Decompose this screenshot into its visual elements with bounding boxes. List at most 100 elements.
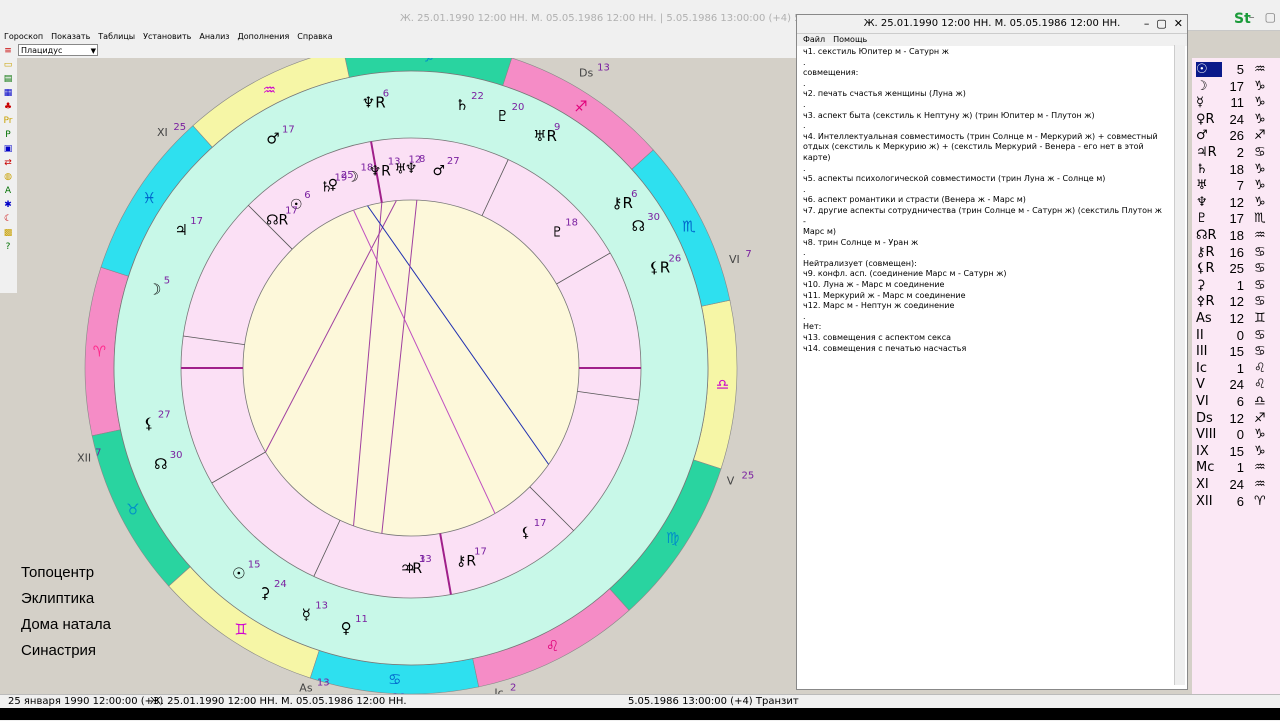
outer-planet-degree: 30 [170,450,183,461]
aspect-line: ч13. совмещения с аспектом секса [803,333,1163,344]
house-cusp-degree: 25 [173,122,186,133]
planet-row[interactable]: Mc1♒ [1192,460,1280,477]
zodiac-glyph-pisces: ♓ [143,189,156,207]
print-icon[interactable]: ▣ [2,143,14,155]
aspect-line: . [803,312,1163,323]
menu-item-help[interactable]: Справка [297,30,332,43]
a-icon[interactable]: A [2,185,14,197]
aspects-window-controls: – ▢ ✕ [1144,15,1183,33]
planet-glyph: ☽ [1196,79,1222,94]
planet-row[interactable]: As12♊ [1192,311,1280,328]
menu-item-settings[interactable]: Установить [143,30,191,43]
maximize-icon[interactable]: ▢ [1265,10,1276,24]
planet-row[interactable]: ⚸R25♋ [1192,261,1280,278]
planet-glyph: ♇ [1196,211,1222,226]
close-icon[interactable]: ✕ [1174,15,1183,33]
planet-sign: ♑ [1254,195,1266,210]
menu-item-horoscope[interactable]: Гороскоп [4,30,43,43]
zodiac-glyph-leo: ♌ [546,637,559,655]
maximize-icon[interactable]: ▢ [1156,15,1166,33]
inner-planet-glyph: ♆ [405,161,418,177]
bottom-black-strip [0,708,1280,720]
planet-row[interactable]: VIII0♑ [1192,427,1280,444]
p-icon[interactable]: P [2,129,14,141]
outer-planet-degree: 20 [512,102,525,113]
menu-item-analysis[interactable]: Анализ [199,30,229,43]
planet-glyph: ⚷R [1196,245,1222,260]
planet-row[interactable]: ♃R2♋ [1192,145,1280,162]
outer-planet-glyph: ☊ [154,455,167,473]
planet-row[interactable]: IX15♑ [1192,444,1280,461]
menu-item-help[interactable]: Помощь [833,34,867,46]
planet-row[interactable]: ♀R24♑ [1192,112,1280,129]
outer-planet-degree: 30 [647,212,660,223]
aspect-line: ч14. совмещения с печатью насчастья [803,344,1163,355]
planet-row[interactable]: XII6♈ [1192,494,1280,511]
planet-row[interactable]: ♂26♐ [1192,128,1280,145]
planet-glyph: XII [1196,494,1222,509]
folder-icon[interactable]: ≡ [2,45,14,57]
outer-planet-glyph: ☽ [148,281,161,299]
tree-icon[interactable]: ♣ [2,101,14,113]
planet-row[interactable]: ⚴R12♋ [1192,294,1280,311]
planet-row[interactable]: ☽17♑ [1192,79,1280,96]
planet-glyph: III [1196,344,1222,359]
aspect-line: ч8. трин Солнце м - Уран ж [803,238,1163,249]
planet-degree: 24 [1226,477,1244,492]
moon-icon[interactable]: ☾ [2,213,14,225]
aspect-line: отдых (секстиль к Меркурию ж) + (секстил… [803,142,1163,163]
outer-planet-glyph: ☉ [232,564,245,582]
arrows-icon[interactable]: ⇄ [2,157,14,169]
pr-icon[interactable]: Pr [2,115,14,127]
minimize-icon[interactable]: – [1144,15,1150,33]
planet-sign: ♎ [1254,394,1266,409]
aspect-line: . [803,79,1163,90]
planet-row[interactable]: ⚳1♋ [1192,278,1280,295]
planet-row[interactable]: ♆12♑ [1192,195,1280,212]
menu-item-file[interactable]: Файл [803,34,825,46]
settings-icon[interactable]: ▩ [2,227,14,239]
chart-icon[interactable]: ▦ [2,87,14,99]
house-system-select[interactable]: Плацидус▼ [18,44,98,56]
planet-row[interactable]: ♄18♑ [1192,162,1280,179]
planet-row[interactable]: ☿11♑ [1192,95,1280,112]
aspects-text[interactable]: ч1. секстиль Юпитер м - Сатурн ж.совмеще… [803,47,1163,354]
planet-row[interactable]: Ic1♌ [1192,361,1280,378]
menu-item-tables[interactable]: Таблицы [98,30,135,43]
planet-degree: 12 [1226,294,1244,309]
planet-degree: 15 [1226,344,1244,359]
planet-degree: 1 [1226,361,1244,376]
globe-icon[interactable]: ◍ [2,171,14,183]
planet-row[interactable]: ☉5♒ [1192,62,1280,79]
star-icon[interactable]: ✱ [2,199,14,211]
save-icon[interactable]: ▤ [2,73,14,85]
open-icon[interactable]: ▭ [2,59,14,71]
planet-row[interactable]: V24♌ [1192,377,1280,394]
legend-topocentre: Топоцентр [21,564,94,581]
planet-row[interactable]: ♅7♑ [1192,178,1280,195]
planet-row[interactable]: ♇17♏ [1192,211,1280,228]
planet-sign: ♑ [1254,444,1266,459]
planet-row[interactable]: VI6♎ [1192,394,1280,411]
menu-item-addons[interactable]: Дополнения [238,30,290,43]
minimize-icon[interactable]: – [1249,10,1255,24]
planet-glyph: II [1196,328,1222,343]
planet-row[interactable]: ⚷R16♋ [1192,245,1280,262]
planet-row[interactable]: III15♋ [1192,344,1280,361]
outer-planet-glyph: ♃ [175,221,188,239]
outer-planet-degree: 27 [158,410,171,421]
planet-row[interactable]: XI24♒ [1192,477,1280,494]
aspect-line: . [803,185,1163,196]
planet-row[interactable]: II0♋ [1192,328,1280,345]
planet-glyph: VI [1196,394,1222,409]
help-icon[interactable]: ? [2,241,14,253]
menu-item-show[interactable]: Показать [51,30,90,43]
aspect-line: ч2. печать счастья женщины (Луна ж) [803,89,1163,100]
house-cusp-label: As [299,681,313,694]
natal-synastry-wheel[interactable]: ♈♉♊♋♌♍♎♏♐♑♒♓XII7IX16VIII1Mc2XI25Ds13VI7V… [17,58,797,694]
aspect-line: ч10. Луна ж - Марс м соединение [803,280,1163,291]
vertical-scrollbar[interactable] [1174,45,1185,685]
aspect-line: . [803,248,1163,259]
planet-row[interactable]: Ds12♐ [1192,411,1280,428]
planet-row[interactable]: ☊R18♒ [1192,228,1280,245]
